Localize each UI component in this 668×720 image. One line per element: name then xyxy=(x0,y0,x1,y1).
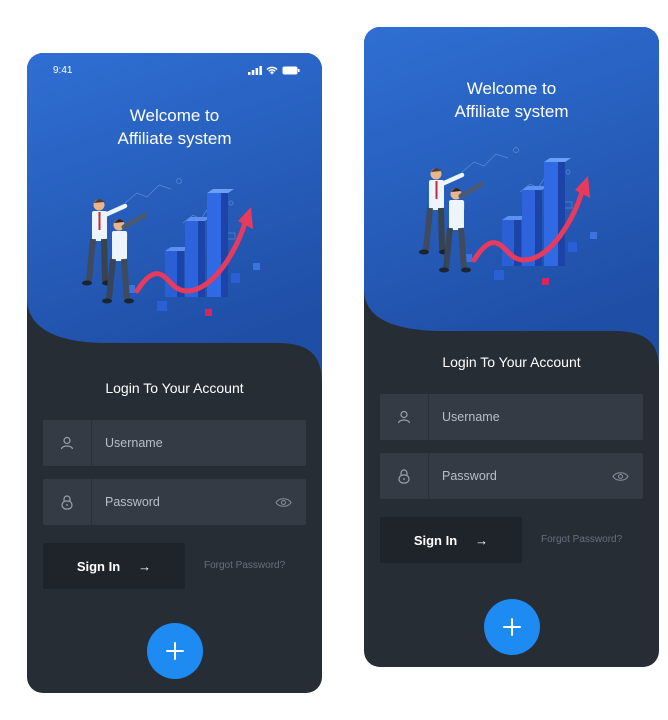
bar-columns xyxy=(463,158,597,285)
username-field[interactable]: Username xyxy=(380,394,643,440)
user-icon xyxy=(397,410,411,424)
plus-icon xyxy=(165,642,184,660)
status-bar: 9:41 xyxy=(53,63,300,77)
lock-icon xyxy=(398,468,410,484)
add-button[interactable] xyxy=(483,599,540,655)
forgot-password-link[interactable]: Forgot Password? xyxy=(204,560,285,571)
eye-icon[interactable] xyxy=(612,471,629,482)
bar-columns xyxy=(126,189,260,316)
plus-icon xyxy=(502,618,521,636)
business-growth-illustration xyxy=(81,178,260,316)
user-icon xyxy=(60,436,74,450)
password-placeholder: Password xyxy=(105,495,160,509)
arrow-right-icon: → xyxy=(475,532,489,548)
login-title: Login To Your Account xyxy=(105,380,244,396)
hero-background xyxy=(364,27,659,369)
password-placeholder: Password xyxy=(442,469,497,483)
login-screen-right: Welcome to Affiliate system Login To You… xyxy=(364,27,659,667)
add-button[interactable] xyxy=(146,623,203,679)
login-screen-left: 9:41 Welcome to Affiliate system Login T… xyxy=(27,53,322,693)
login-title: Login To Your Account xyxy=(442,354,581,370)
username-field[interactable]: Username xyxy=(43,420,306,466)
password-field[interactable]: Password xyxy=(43,479,306,525)
welcome-heading: Welcome to Affiliate system xyxy=(454,79,569,121)
business-growth-illustration xyxy=(418,147,597,285)
welcome-heading: Welcome to Affiliate system xyxy=(117,106,232,148)
signin-button[interactable]: Sign In → xyxy=(43,543,185,589)
businessman-figures xyxy=(418,168,484,273)
arrow-right-icon: → xyxy=(138,558,152,574)
lock-icon xyxy=(61,494,73,510)
status-time: 9:41 xyxy=(53,64,73,76)
wifi-icon xyxy=(266,66,278,74)
username-placeholder: Username xyxy=(442,410,500,424)
businessman-figures xyxy=(81,199,147,304)
signin-label: Sign In xyxy=(413,532,458,548)
forgot-password-link[interactable]: Forgot Password? xyxy=(541,534,622,545)
eye-icon[interactable] xyxy=(275,497,292,508)
signal-icon xyxy=(248,65,262,75)
signin-button[interactable]: Sign In → xyxy=(380,517,522,563)
signin-label: Sign In xyxy=(76,558,121,574)
username-placeholder: Username xyxy=(105,436,163,450)
battery-icon xyxy=(282,66,300,74)
password-field[interactable]: Password xyxy=(380,453,643,499)
